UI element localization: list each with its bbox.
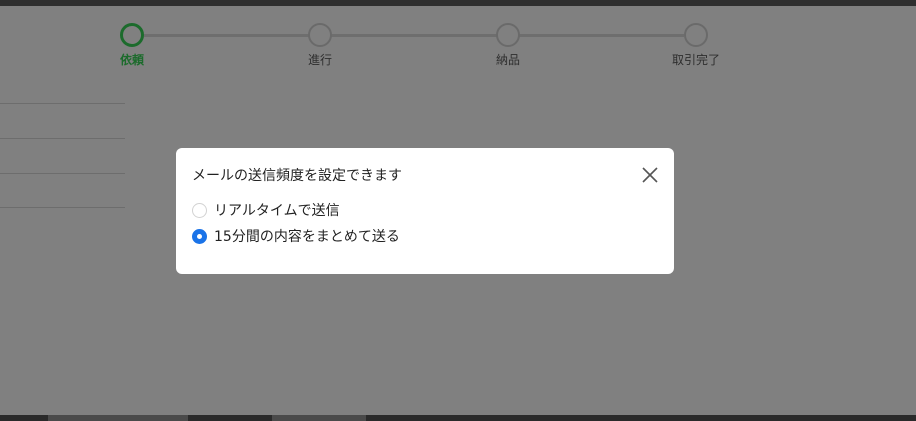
step-4-circle [684, 23, 708, 47]
step-1-circle [120, 23, 144, 47]
radio-realtime[interactable] [192, 202, 207, 218]
email-frequency-dialog: メールの送信頻度を設定できます リアルタイムで送信 15分間の内容をまとめて送る [176, 148, 674, 274]
list-divider [0, 103, 125, 104]
thumbnail-image [48, 415, 188, 421]
close-button[interactable] [640, 165, 660, 185]
option-15min-digest[interactable]: 15分間の内容をまとめて送る [192, 226, 400, 246]
list-divider [0, 207, 125, 208]
option-realtime[interactable]: リアルタイムで送信 [192, 200, 340, 220]
list-divider [0, 138, 125, 139]
dialog-title: メールの送信頻度を設定できます [192, 168, 402, 184]
step-3-circle [496, 23, 520, 47]
step-1-label: 依頼 [119, 53, 144, 67]
top-bar [0, 0, 916, 6]
option-realtime-label: リアルタイムで送信 [214, 203, 340, 219]
option-15min-digest-label: 15分間の内容をまとめて送る [214, 229, 400, 245]
thumbnail-image [272, 415, 366, 421]
list-divider [0, 173, 125, 174]
step-2-label: 進行 [307, 53, 332, 67]
radio-15min-digest[interactable] [192, 228, 207, 244]
close-icon [642, 167, 658, 183]
step-2-circle [308, 23, 332, 47]
step-3-label: 納品 [495, 53, 520, 67]
stepper-line [144, 34, 684, 37]
step-4-label: 取引完了 [671, 53, 720, 67]
